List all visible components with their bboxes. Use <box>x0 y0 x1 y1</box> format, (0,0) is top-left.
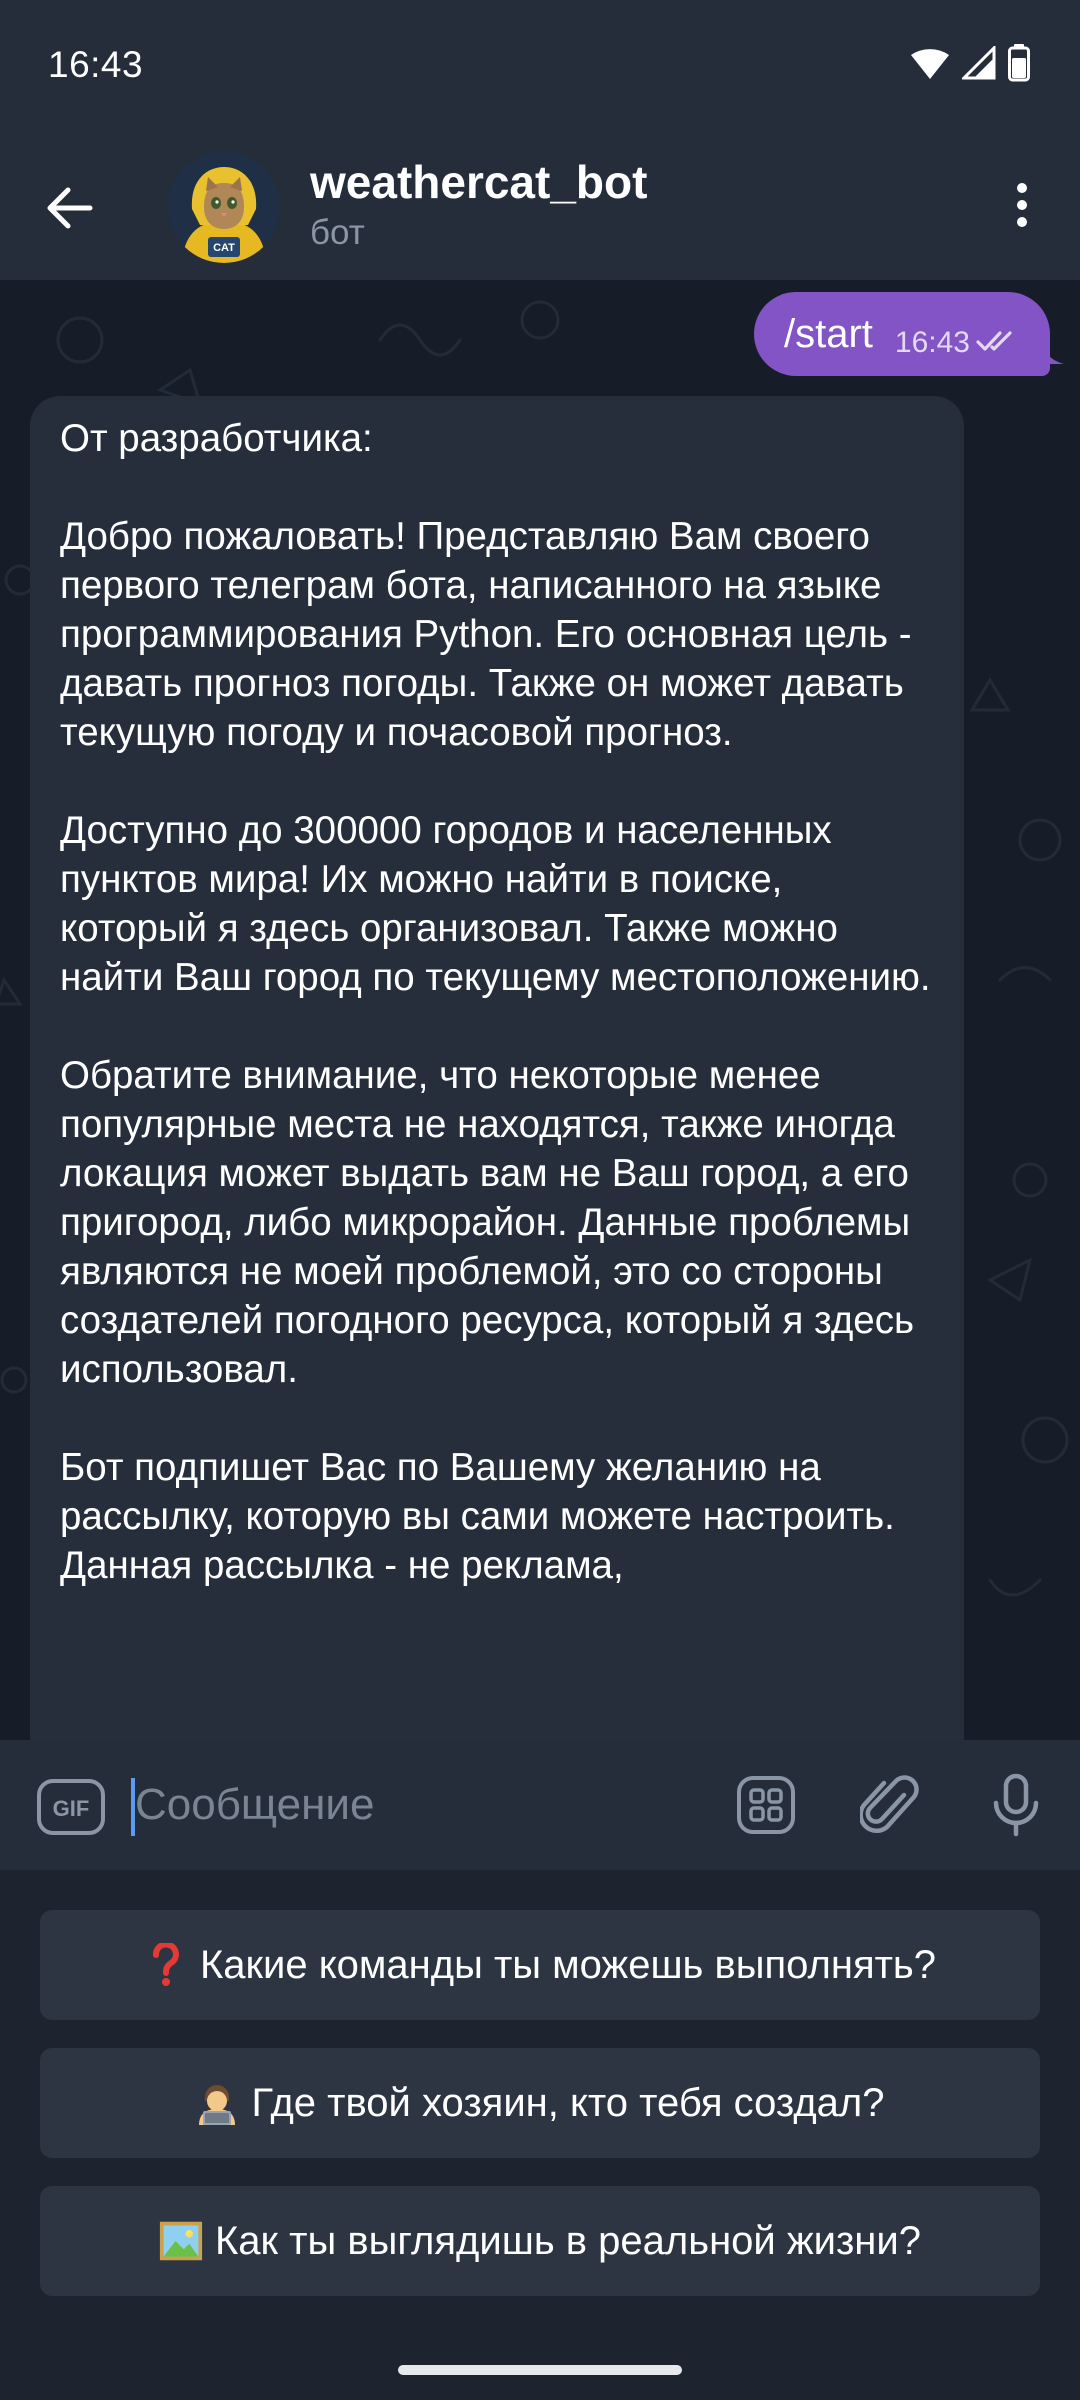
keyboard-button-label: Где твой хозяин, кто тебя создал? <box>251 2080 885 2125</box>
message-paragraph: Бот подпишет Вас по Вашему желанию на ра… <box>60 1446 895 1587</box>
message-list[interactable]: /start 16:43 От разработчика: Добро пожа… <box>0 280 1080 1740</box>
message-input[interactable] <box>135 1770 695 1840</box>
bot-avatar[interactable]: CAT <box>168 151 280 263</box>
double-check-icon <box>976 328 1020 359</box>
bot-keyboard-button[interactable] <box>728 1767 804 1843</box>
more-vertical-icon <box>1015 182 1029 233</box>
status-time: 16:43 <box>48 44 144 85</box>
back-button[interactable] <box>30 170 110 250</box>
keyboard-button-creator[interactable]: Где твой хозяин, кто тебя создал? <box>40 2048 1040 2158</box>
message-paragraph: Обратите внимание, что некоторые менее п… <box>60 1054 915 1391</box>
svg-text:CAT: CAT <box>213 242 235 254</box>
telegram-chat-screen: 16:43 CAT weathercat_bot бот /start 16:4… <box>0 0 1080 2400</box>
message-paragraph: Добро пожаловать! Представляю Вам своего… <box>60 515 912 754</box>
chat-header: CAT weathercat_bot бот <box>0 135 1080 280</box>
cat-avatar-image: CAT <box>168 151 280 263</box>
more-options-button[interactable] <box>984 167 1060 247</box>
wifi-icon <box>910 46 950 85</box>
message-paragraph: От разработчика: <box>60 417 373 460</box>
bubble-tail <box>1028 344 1064 364</box>
outgoing-message[interactable]: /start 16:43 <box>754 292 1050 376</box>
keyboard-button-label: Какие команды ты можешь выполнять? <box>199 1942 937 1987</box>
incoming-message[interactable]: От разработчика: Добро пожаловать! Предс… <box>30 396 964 1740</box>
gif-icon: GIF <box>37 1779 105 1835</box>
bot-reply-keyboard: Какие команды ты можешь выполнять? Где т… <box>0 1870 1080 2330</box>
chat-subtitle: бот <box>310 213 365 252</box>
status-bar: 16:43 <box>0 0 1080 135</box>
system-navigation-bar <box>0 2330 1080 2400</box>
keyboard-button-appearance[interactable]: Как ты выглядишь в реальной жизни? <box>40 2186 1040 2296</box>
message-paragraph: Доступно до 300000 городов и населенных … <box>60 809 931 999</box>
paperclip-icon <box>860 1775 919 1834</box>
attach-button[interactable] <box>852 1767 928 1843</box>
bot-keyboard-icon <box>737 1776 795 1834</box>
message-meta: 16:43 <box>895 326 1020 360</box>
framed-picture-icon <box>159 2219 203 2263</box>
microphone-icon <box>993 1773 1039 1837</box>
home-indicator[interactable] <box>398 2365 682 2375</box>
chat-title[interactable]: weathercat_bot <box>310 155 647 209</box>
message-input-bar: GIF <box>0 1740 1080 1870</box>
keyboard-button-commands[interactable]: Какие команды ты можешь выполнять? <box>40 1910 1040 2020</box>
cellular-signal-icon <box>960 43 996 85</box>
svg-text:GIF: GIF <box>53 1796 90 1821</box>
gif-button[interactable]: GIF <box>36 1778 106 1836</box>
message-time: 16:43 <box>894 326 970 359</box>
arrow-left-icon <box>46 186 94 235</box>
outgoing-message-text: /start <box>784 311 873 356</box>
battery-icon <box>1008 43 1030 87</box>
man-technologist-icon <box>195 2081 239 2125</box>
red-question-mark-icon <box>144 1943 188 1987</box>
keyboard-button-label: Как ты выглядишь в реальной жизни? <box>215 2218 921 2263</box>
voice-button[interactable] <box>978 1767 1054 1843</box>
status-icons <box>910 43 1030 87</box>
